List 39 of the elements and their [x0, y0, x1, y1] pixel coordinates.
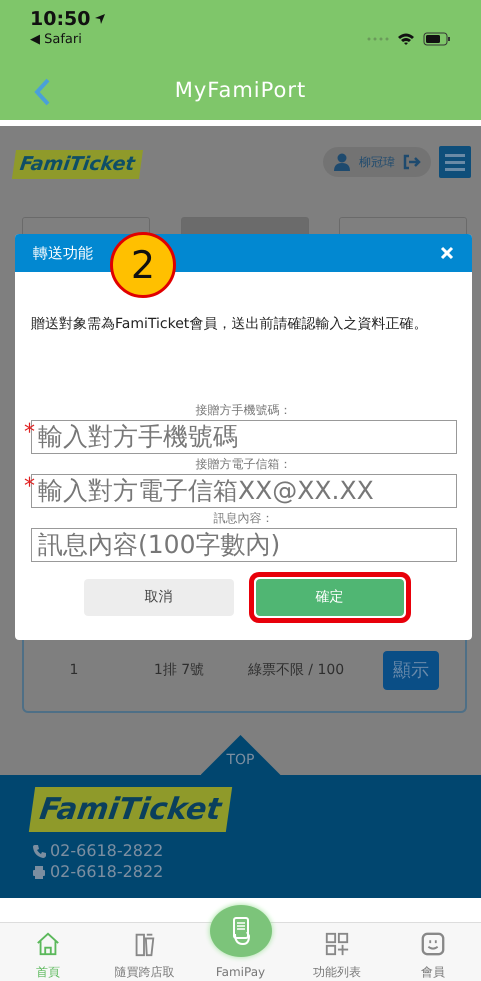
top-button[interactable]: TOP	[200, 735, 280, 775]
phone-number: 02-6618-2822	[50, 840, 164, 861]
field-label: 接贈方手機號碼：	[194, 402, 292, 419]
logout-icon	[403, 154, 421, 170]
famiticket-logo[interactable]: FamiTicket	[28, 787, 232, 832]
tab-bar-item[interactable]: 功能列表	[288, 923, 385, 981]
table-cell-text: 綠票不限 / 100	[246, 660, 346, 680]
phone-icon	[32, 844, 46, 858]
field-label: 訊息內容：	[212, 510, 274, 527]
signal-icon	[367, 37, 389, 41]
wifi-icon	[397, 32, 415, 46]
tab-bar-item[interactable]: 首頁	[0, 923, 96, 981]
clock-time: 10:50	[30, 8, 90, 30]
user-icon	[333, 153, 351, 171]
table-cell-text: 1排 7號	[152, 660, 206, 680]
face-icon	[419, 931, 447, 957]
user-name: 柳冠瑋	[359, 154, 395, 171]
user-pill[interactable]: 柳冠瑋	[323, 147, 431, 177]
cancel-button[interactable]: 取消	[84, 579, 234, 616]
back-chevron-icon[interactable]	[34, 78, 50, 106]
field-label: 接贈方電子信箱：	[194, 456, 292, 473]
battery-icon	[423, 32, 451, 46]
confirm-button[interactable]: 確定	[256, 579, 404, 616]
show-button[interactable]: 顯示	[383, 650, 439, 690]
menu-button[interactable]	[439, 146, 471, 178]
famiticket-logo[interactable]: FamiTicket	[12, 150, 143, 178]
phone-number: 02-6618-2822	[50, 861, 164, 882]
table-cell-text: 1	[68, 660, 80, 680]
location-arrow-icon	[94, 13, 106, 25]
close-icon[interactable]	[440, 246, 454, 260]
tab-bar-item[interactable]: FamiPay	[192, 905, 288, 981]
tab-bar-item[interactable]: 隨買跨店取	[96, 923, 192, 981]
input-field[interactable]: 訊息內容(100字數內)	[31, 528, 457, 562]
app-title: MyFamiPort	[174, 77, 306, 104]
tab-bar-item[interactable]: 會員	[385, 923, 481, 981]
back-to-app-link[interactable]: ◀ Safari	[30, 30, 106, 50]
dialog-title: 轉送功能	[33, 242, 93, 264]
printer-icon	[32, 864, 46, 878]
dialog-message: 贈送對象需為FamiTicket會員，送出前請確認輸入之資料正確。	[30, 315, 428, 334]
